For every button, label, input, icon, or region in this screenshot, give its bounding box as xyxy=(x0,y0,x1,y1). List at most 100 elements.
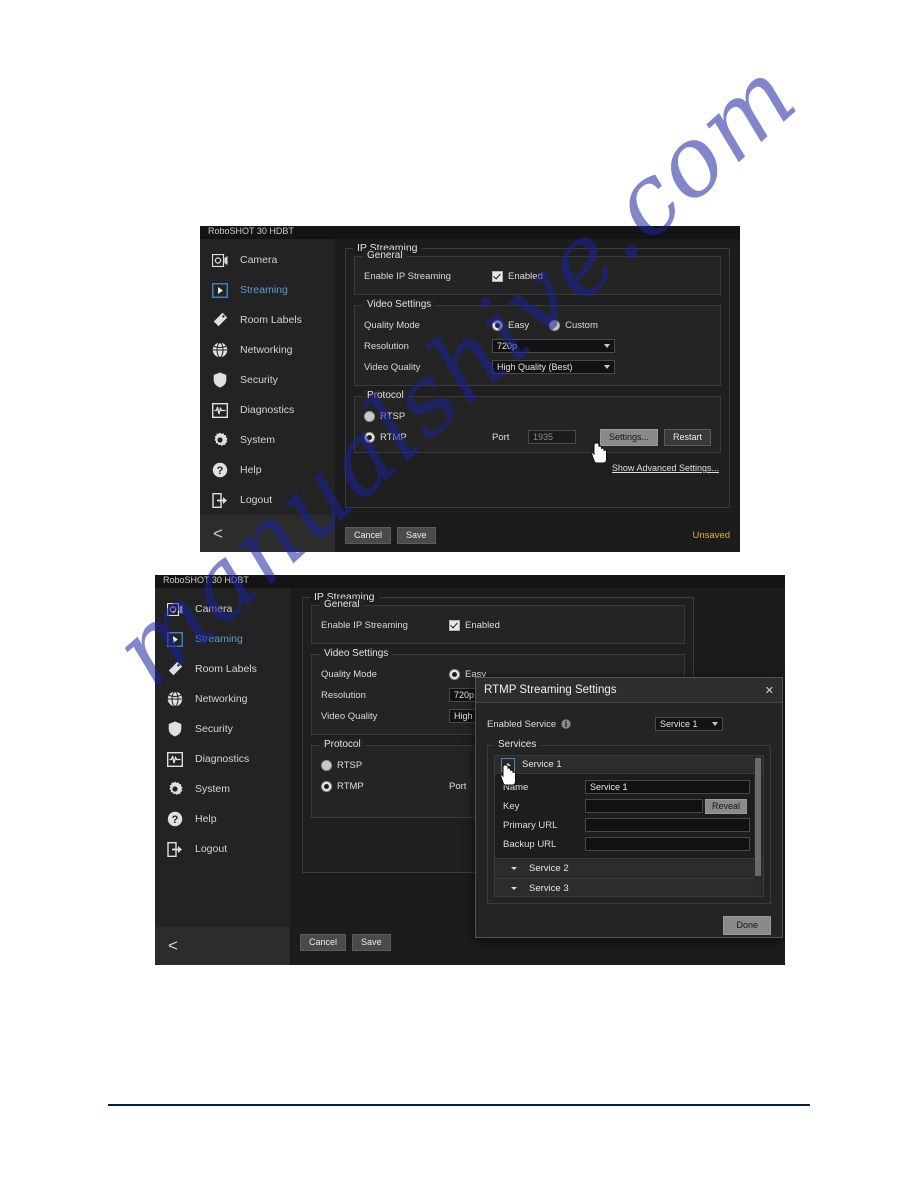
sidebar-item-help[interactable]: ? Help xyxy=(200,455,335,485)
checkbox-icon[interactable] xyxy=(492,270,503,282)
shield-icon xyxy=(166,720,184,738)
enabled-service-row: Enabled Service Service 1 xyxy=(487,715,771,733)
sidebar-item-room-labels[interactable]: Room Labels xyxy=(155,654,290,684)
service-1-body: Name Service 1 Key Reveal Primary URL Ba… xyxy=(495,774,763,858)
enabled-service-select[interactable]: Service 1 xyxy=(655,717,723,731)
quality-mode-easy-radio[interactable]: Easy xyxy=(492,319,530,331)
service-1-header[interactable]: Service 1 xyxy=(495,756,763,774)
radio-icon[interactable] xyxy=(549,319,561,331)
rtsp-radio[interactable]: RTSP xyxy=(321,759,449,771)
service-key-row: Key Reveal xyxy=(503,798,755,814)
quality-mode-label: Quality Mode xyxy=(364,319,420,331)
services-scrollbar[interactable] xyxy=(754,757,762,895)
sidebar-item-camera[interactable]: Camera xyxy=(200,245,335,275)
service-key-input[interactable] xyxy=(585,799,703,813)
quality-mode-custom-label: Custom xyxy=(565,319,598,331)
sidebar-item-diagnostics[interactable]: Diagnostics xyxy=(155,744,290,774)
sidebar-item-label: Room Labels xyxy=(195,663,257,675)
sidebar-collapse-button-bottom[interactable]: < xyxy=(155,927,290,965)
radio-icon[interactable] xyxy=(321,759,332,771)
sidebar-collapse-button-top[interactable]: < xyxy=(200,515,335,552)
sidebar-item-system[interactable]: System xyxy=(200,425,335,455)
sidebar-item-camera[interactable]: Camera xyxy=(155,594,290,624)
restart-button[interactable]: Restart xyxy=(663,428,711,446)
sidebar-item-streaming[interactable]: Streaming xyxy=(155,624,290,654)
service-3-name: Service 3 xyxy=(529,883,569,894)
port-value: 1935 xyxy=(533,432,554,442)
rtmp-streaming-settings-dialog: RTMP Streaming Settings ✕ Enabled Servic… xyxy=(475,677,783,938)
footer-bar-top: Cancel Save Unsaved xyxy=(345,527,730,544)
chevron-down-icon xyxy=(604,344,610,348)
service-primary-url-input[interactable] xyxy=(585,818,750,832)
service-2-name: Service 2 xyxy=(529,863,569,874)
svg-text:?: ? xyxy=(172,814,179,826)
radio-icon[interactable] xyxy=(321,780,332,792)
sidebar-item-networking[interactable]: Networking xyxy=(200,335,335,365)
sidebar-item-security[interactable]: Security xyxy=(155,714,290,744)
rtmp-radio[interactable]: RTMP xyxy=(321,780,449,792)
sidebar-item-room-labels[interactable]: Room Labels xyxy=(200,305,335,335)
sidebar-item-logout[interactable]: Logout xyxy=(200,485,335,515)
done-button[interactable]: Done xyxy=(723,916,771,935)
collapse-expander-icon[interactable] xyxy=(501,757,515,772)
radio-icon[interactable] xyxy=(449,668,460,680)
radio-icon[interactable] xyxy=(364,410,375,422)
video-quality-select[interactable]: High Quality (Best) xyxy=(492,360,615,374)
rtsp-radio[interactable]: RTSP xyxy=(364,410,492,422)
dialog-header: RTMP Streaming Settings ✕ xyxy=(476,678,782,703)
quality-mode-custom-radio[interactable]: Custom xyxy=(549,319,598,331)
quality-mode-easy-label: Easy xyxy=(508,319,530,331)
save-button[interactable]: Save xyxy=(352,934,391,951)
sidebar-item-logout[interactable]: Logout xyxy=(155,834,290,864)
chevron-left-icon: < xyxy=(213,524,223,543)
enabled-service-label: Enabled Service xyxy=(487,718,557,730)
quality-mode-radio-group: Easy Custom xyxy=(492,319,598,331)
sidebar-item-streaming[interactable]: Streaming xyxy=(200,275,335,305)
enable-ip-streaming-checkbox[interactable]: Enabled xyxy=(492,270,543,282)
sidebar-item-security[interactable]: Security xyxy=(200,365,335,395)
services-list: Service 1 Name Service 1 Key Reveal Prim… xyxy=(494,755,764,897)
question-icon: ? xyxy=(166,810,184,828)
radio-icon[interactable] xyxy=(492,319,503,331)
general-group: General Enable IP Streaming Enabled xyxy=(311,599,685,644)
settings-button[interactable]: Settings... xyxy=(599,428,658,446)
sidebar-item-networking[interactable]: Networking xyxy=(155,684,290,714)
video-settings-group-title: Video Settings xyxy=(320,648,393,659)
cancel-button[interactable]: Cancel xyxy=(300,934,347,951)
resolution-select[interactable]: 720p xyxy=(492,339,615,353)
service-backup-url-input[interactable] xyxy=(585,837,750,851)
save-button[interactable]: Save xyxy=(397,527,436,544)
services-group-title: Services xyxy=(494,739,541,750)
camera-icon xyxy=(211,251,229,269)
chevron-left-icon: < xyxy=(168,936,178,955)
sidebar-item-diagnostics[interactable]: Diagnostics xyxy=(200,395,335,425)
services-scrollbar-thumb[interactable] xyxy=(755,758,761,876)
quality-mode-label: Quality Mode xyxy=(321,668,377,680)
expand-expander-icon[interactable] xyxy=(507,862,521,876)
service-2-header[interactable]: Service 2 xyxy=(495,858,763,879)
enable-ip-streaming-row: Enable IP Streaming Enabled xyxy=(321,616,675,634)
protocol-group-title: Protocol xyxy=(320,739,365,750)
port-label: Port xyxy=(449,780,467,792)
expand-expander-icon[interactable] xyxy=(507,882,521,896)
port-input[interactable]: 1935 xyxy=(528,430,576,444)
cancel-button[interactable]: Cancel xyxy=(345,527,392,544)
general-group: General Enable IP Streaming Enabled xyxy=(354,250,721,295)
reveal-button[interactable]: Reveal xyxy=(705,798,748,814)
enable-ip-streaming-checkbox[interactable]: Enabled xyxy=(449,619,500,631)
rtmp-radio[interactable]: RTMP xyxy=(364,431,492,443)
service-3-header[interactable]: Service 3 xyxy=(495,879,763,896)
radio-icon[interactable] xyxy=(364,431,375,443)
show-advanced-settings-link[interactable]: Show Advanced Settings... xyxy=(612,463,719,473)
protocol-group-title: Protocol xyxy=(363,390,408,401)
video-quality-value: High xyxy=(454,711,473,721)
close-icon[interactable]: ✕ xyxy=(765,684,774,697)
sidebar-item-help[interactable]: ? Help xyxy=(155,804,290,834)
resolution-value: 720p xyxy=(497,341,518,351)
sidebar-item-system[interactable]: System xyxy=(155,774,290,804)
service-name-input[interactable]: Service 1 xyxy=(585,780,750,794)
window-title-bar-top: RoboSHOT 30 HDBT xyxy=(200,226,740,239)
info-icon[interactable] xyxy=(561,719,571,729)
port-label: Port xyxy=(492,431,510,443)
checkbox-icon[interactable] xyxy=(449,619,460,631)
